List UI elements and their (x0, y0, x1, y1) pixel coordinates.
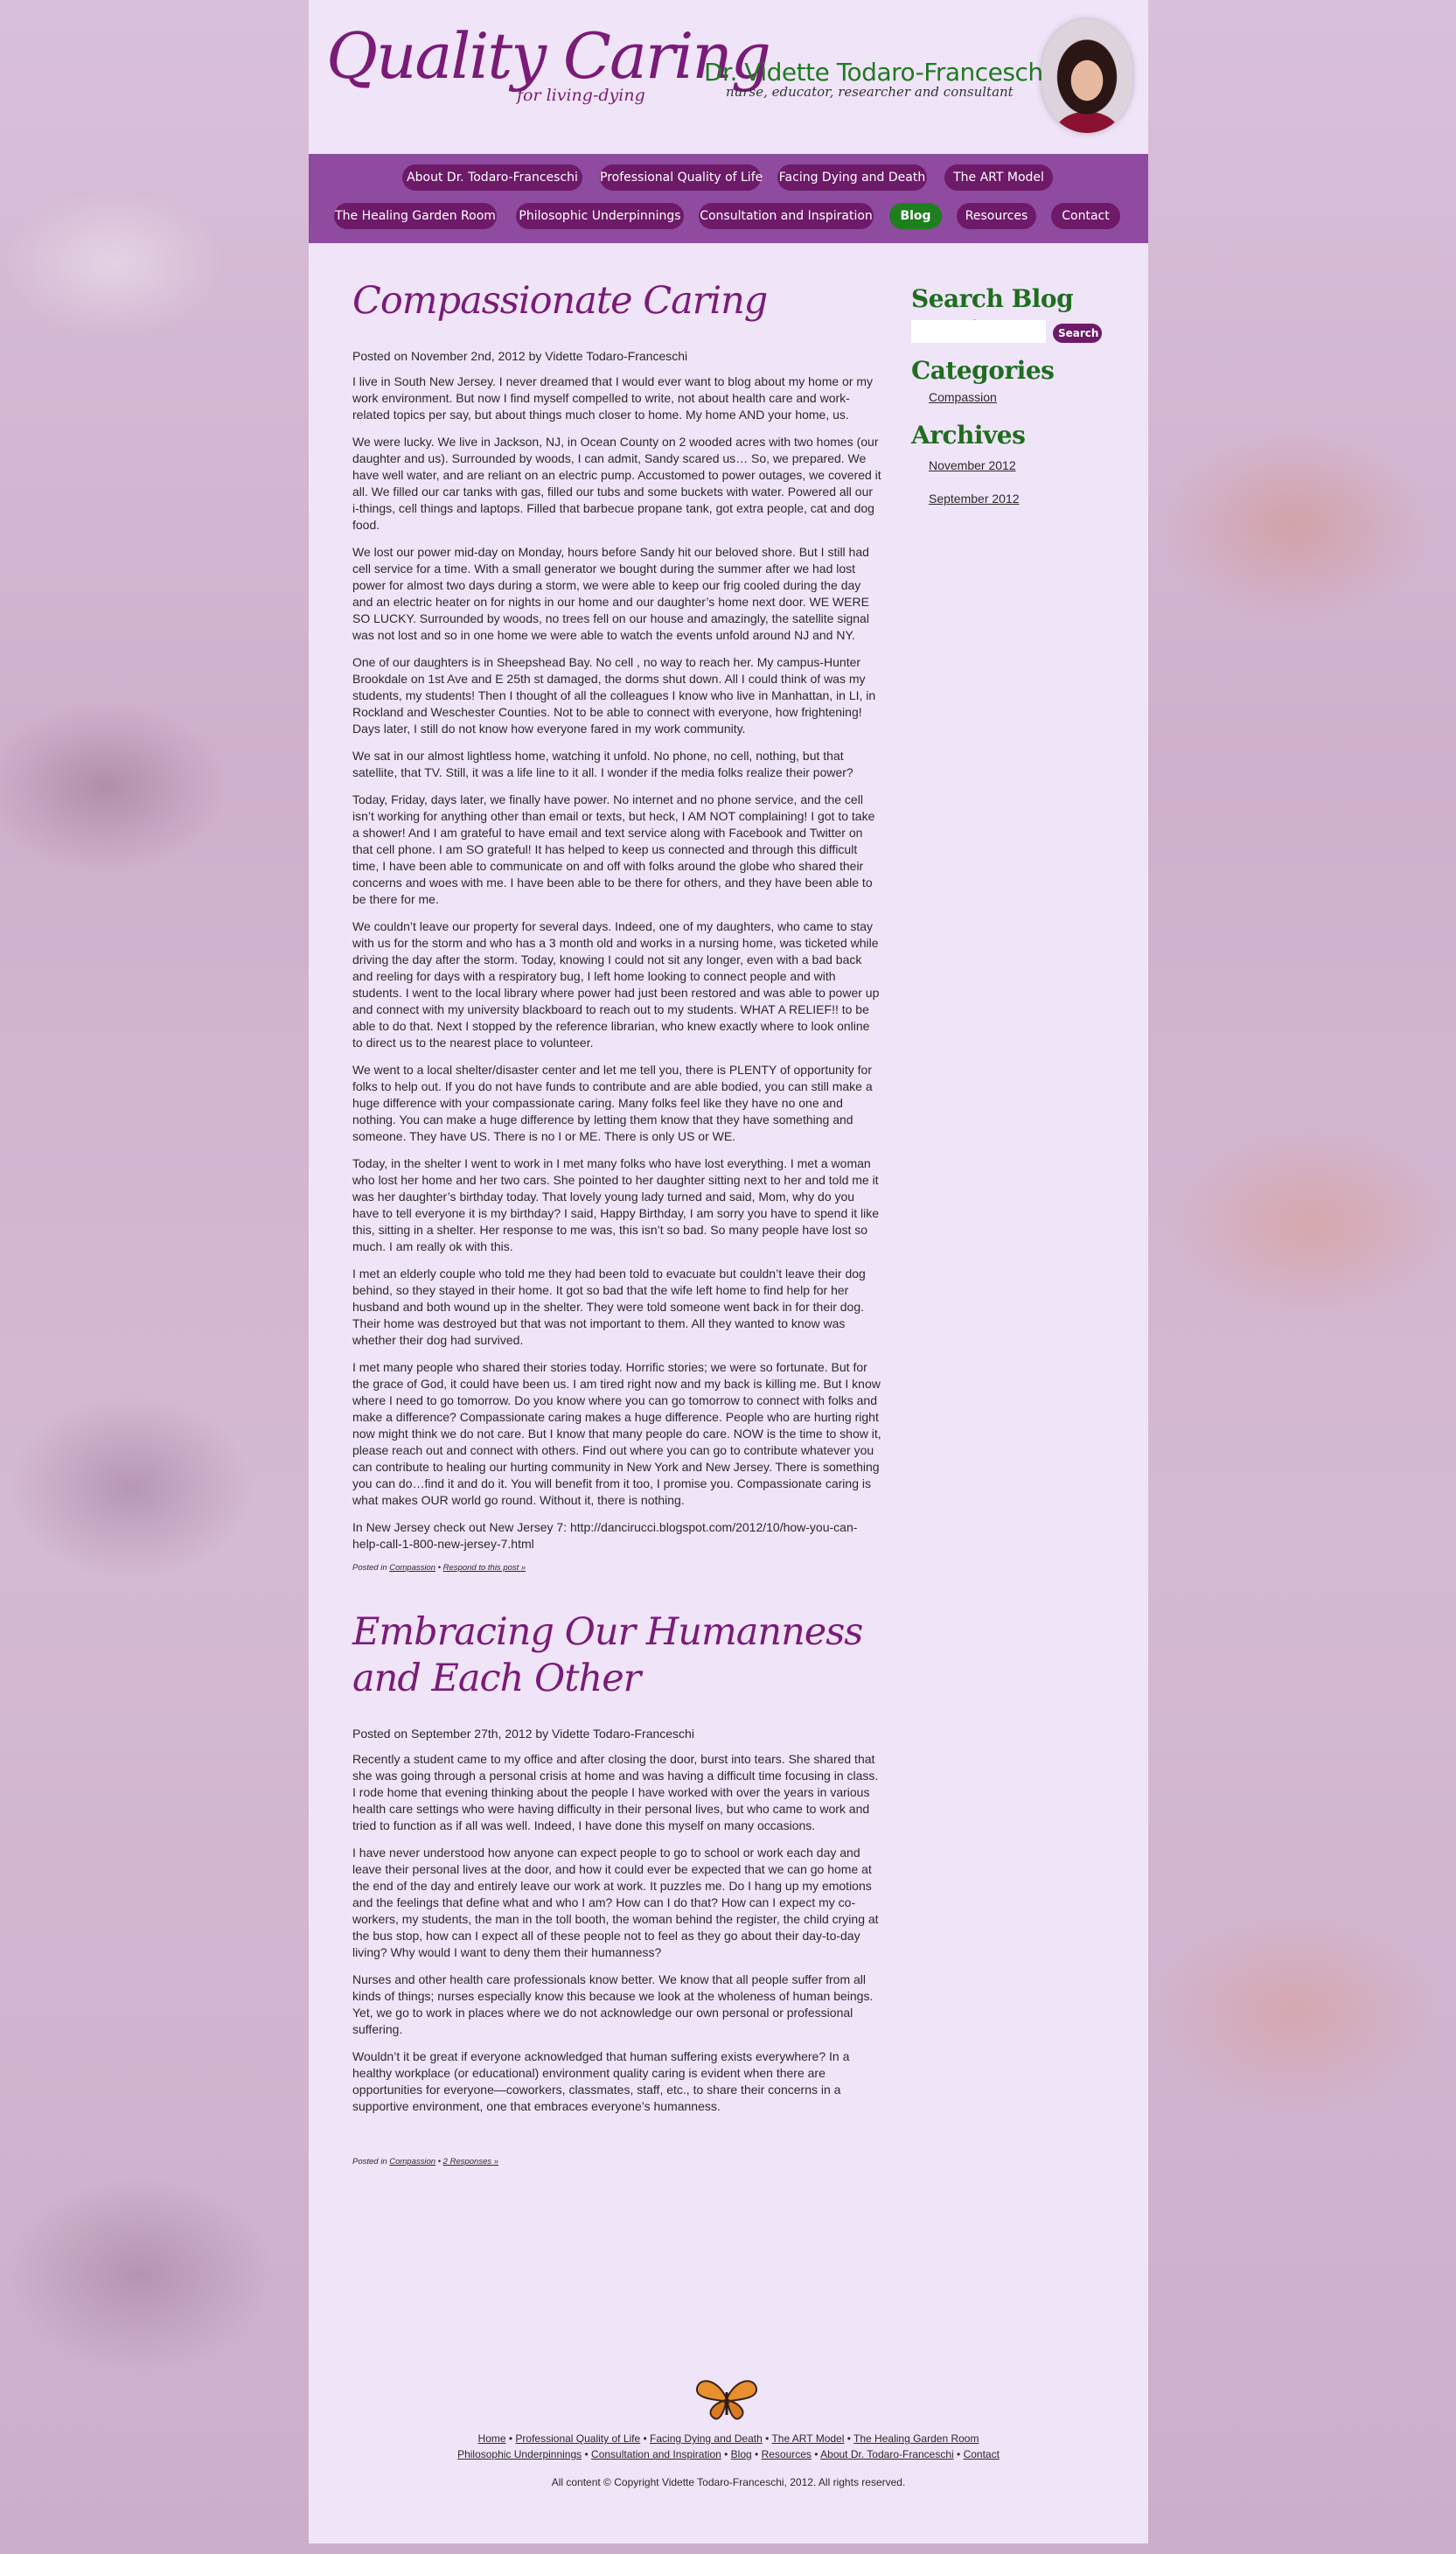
footer-links-row-2: Philosophic Underpinnings • Consultation… (309, 2448, 1148, 2460)
nav-professional-quality-of-life[interactable]: Professional Quality of Life (600, 164, 763, 191)
separator: • (953, 2448, 964, 2460)
separator: • (435, 2157, 443, 2167)
nav-resources[interactable]: Resources (957, 203, 1036, 229)
nav-about[interactable]: About Dr. Todaro-Franceschi (402, 164, 582, 191)
portrait-photo (1041, 19, 1132, 133)
archive-november-2012[interactable]: November 2012 (929, 458, 1121, 472)
post-paragraph: I live in South New Jersey. I never drea… (352, 374, 874, 422)
post-paragraph: One of our daughters is in Sheepshead Ba… (352, 655, 876, 736)
post-paragraph: We went to a local shelter/disaster cent… (352, 1063, 873, 1143)
site-logo-subtitle: for living-dying (517, 86, 645, 105)
search-input[interactable] (911, 320, 1046, 343)
post-paragraph: Recently a student came to my office and… (352, 1752, 879, 1832)
sidebar: Search Blog Entries Search Categories Co… (911, 283, 1121, 506)
nav-row-2: The Healing Garden Room Philosophic Unde… (309, 203, 1148, 233)
post-footer-prefix: Posted in (352, 2157, 390, 2167)
nav-consultation-and-inspiration[interactable]: Consultation and Inspiration (699, 203, 874, 229)
post-body: I live in South New Jersey. I never drea… (352, 373, 882, 1553)
page-container: Quality Caring for living-dying Dr. Vide… (309, 0, 1148, 2544)
nav-healing-garden-room[interactable]: The Healing Garden Room (334, 203, 497, 229)
respond-link[interactable]: Respond to this post » (443, 1563, 526, 1573)
separator: • (844, 2432, 854, 2445)
archive-list: November 2012 September 2012 (911, 458, 1121, 506)
post-paragraph: Today, Friday, days later, we finally ha… (352, 792, 875, 906)
category-link[interactable]: Compassion (389, 1563, 435, 1573)
category-list: Compassion (911, 390, 1121, 404)
nav-blog[interactable]: Blog (889, 203, 942, 229)
post-paragraph: We couldn’t leave our property for sever… (352, 919, 880, 1050)
footer-link-healing-garden-room[interactable]: The Healing Garden Room (853, 2432, 979, 2445)
separator: • (751, 2448, 762, 2460)
archives-heading: Archives (911, 421, 1026, 450)
categories-heading: Categories (911, 356, 1055, 385)
nav-row-1: About Dr. Todaro-Franceschi Professional… (309, 164, 1148, 194)
nav-contact[interactable]: Contact (1051, 203, 1120, 229)
responses-link[interactable]: 2 Responses » (443, 2157, 498, 2167)
doctor-name: Dr. Vidette Todaro-Franceschi (704, 58, 1049, 87)
post-footer-prefix: Posted in (352, 1563, 390, 1573)
post-meta: Posted on September 27th, 2012 by Vidett… (352, 1727, 694, 1741)
separator: • (721, 2448, 731, 2460)
archive-september-2012[interactable]: September 2012 (929, 492, 1121, 506)
site-logo[interactable]: Quality Caring (326, 24, 771, 87)
post-paragraph: I met many people who shared their stori… (352, 1360, 881, 1507)
footer-link-blog[interactable]: Blog (731, 2448, 752, 2460)
post-meta: Posted on November 2nd, 2012 by Vidette … (352, 349, 688, 363)
footer-link-art-model[interactable]: The ART Model (771, 2432, 844, 2445)
post-paragraph: Nurses and other health care professiona… (352, 1972, 874, 2036)
separator: • (582, 2448, 592, 2460)
search-widget: Search Blog Entries Search (911, 283, 1121, 353)
footer-links-row-1: Home • Professional Quality of Life • Fa… (309, 2432, 1148, 2445)
post-paragraph: I have never understood how anyone can e… (352, 1846, 879, 1959)
separator: • (762, 2432, 772, 2445)
nav-philosophic-underpinnings[interactable]: Philosophic Underpinnings (516, 203, 684, 229)
sidebar-category-compassion[interactable]: Compassion (929, 390, 1121, 404)
post-paragraph: In New Jersey check out New Jersey 7: ht… (352, 1520, 858, 1551)
post-paragraph: Today, in the shelter I went to work in … (352, 1156, 880, 1253)
category-link[interactable]: Compassion (389, 2157, 435, 2167)
separator: • (435, 1563, 443, 1573)
nav-art-model[interactable]: The ART Model (944, 164, 1053, 191)
post-body: Recently a student came to my office and… (352, 1751, 882, 2115)
footer-link-philosophic-underpinnings[interactable]: Philosophic Underpinnings (457, 2448, 582, 2460)
separator: • (811, 2448, 821, 2460)
nav-facing-dying-and-death[interactable]: Facing Dying and Death (777, 164, 927, 191)
post-title[interactable]: Embracing Our Humanness and Each Other (352, 1609, 882, 1702)
separator: • (505, 2432, 516, 2445)
doctor-tagline: nurse, educator, researcher and consulta… (726, 84, 1014, 100)
post-paragraph: We were lucky. We live in Jackson, NJ, i… (352, 435, 881, 532)
footer-link-facing-dying-and-death[interactable]: Facing Dying and Death (650, 2432, 763, 2445)
footer-link-contact[interactable]: Contact (964, 2448, 1000, 2460)
copyright-text: All content © Copyright Vidette Todaro-F… (551, 2476, 906, 2488)
blog-post: Embracing Our Humanness and Each Other P… (352, 1609, 882, 2167)
blog-post: Compassionate Caring Posted on November … (352, 278, 882, 1573)
butterfly-icon (696, 2380, 757, 2420)
blog-content: Compassionate Caring Posted on November … (352, 278, 882, 2167)
footer-link-professional-quality-of-life[interactable]: Professional Quality of Life (515, 2432, 640, 2445)
post-footer: Posted in Compassion • Respond to this p… (352, 1563, 882, 1573)
post-footer: Posted in Compassion • 2 Responses » (352, 2157, 882, 2167)
post-paragraph: We lost our power mid-day on Monday, hou… (352, 545, 869, 642)
footer-link-about[interactable]: About Dr. Todaro-Franceschi (820, 2448, 954, 2460)
footer-link-home[interactable]: Home (478, 2432, 506, 2445)
post-title[interactable]: Compassionate Caring (352, 278, 882, 324)
main-navigation: About Dr. Todaro-Franceschi Professional… (309, 154, 1148, 243)
separator: • (640, 2432, 651, 2445)
footer-link-consultation-and-inspiration[interactable]: Consultation and Inspiration (591, 2448, 721, 2460)
post-paragraph: Wouldn’t it be great if everyone acknowl… (352, 2049, 850, 2113)
search-button[interactable]: Search (1053, 324, 1102, 343)
post-paragraph: I met an elderly couple who told me they… (352, 1267, 866, 1347)
post-paragraph: We sat in our almost lightless home, wat… (352, 749, 853, 779)
site-header: Quality Caring for living-dying Dr. Vide… (309, 0, 1148, 154)
footer-link-resources[interactable]: Resources (762, 2448, 812, 2460)
